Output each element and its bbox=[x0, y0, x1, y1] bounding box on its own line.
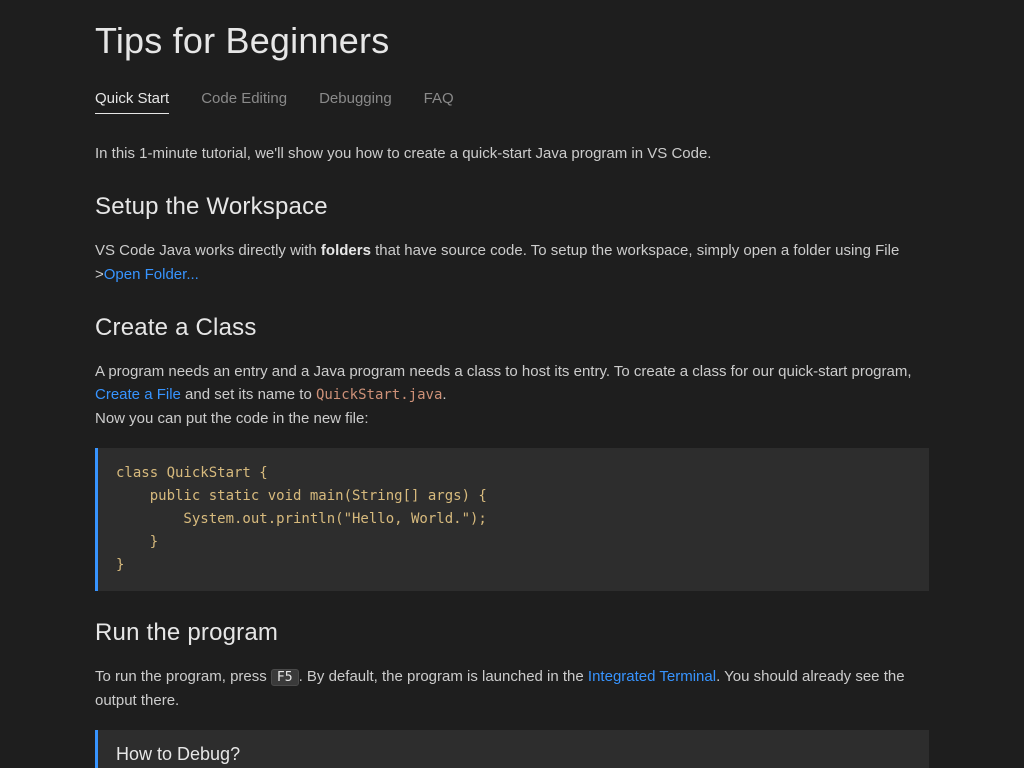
tab-code-editing[interactable]: Code Editing bbox=[201, 90, 287, 114]
run-paragraph: To run the program, press F5. By default… bbox=[95, 665, 929, 712]
create-inline-code: QuickStart.java bbox=[316, 387, 442, 403]
run-text-b: . By default, the program is launched in… bbox=[299, 668, 588, 685]
tab-faq[interactable]: FAQ bbox=[424, 90, 454, 114]
code-block-quickstart: class QuickStart { public static void ma… bbox=[95, 448, 929, 591]
heading-run-program: Run the program bbox=[95, 619, 929, 647]
integrated-terminal-link[interactable]: Integrated Terminal bbox=[588, 668, 716, 685]
setup-bold: folders bbox=[321, 242, 371, 259]
create-text-c: . bbox=[442, 386, 446, 403]
tab-debugging[interactable]: Debugging bbox=[319, 90, 392, 114]
page-title: Tips for Beginners bbox=[95, 20, 929, 62]
run-text-a: To run the program, press bbox=[95, 668, 271, 685]
create-text-a: A program needs an entry and a Java prog… bbox=[95, 363, 912, 380]
debug-callout: How to Debug? When you press F5, you are… bbox=[95, 730, 929, 768]
create-text-d: Now you can put the code in the new file… bbox=[95, 410, 369, 427]
create-paragraph: A program needs an entry and a Java prog… bbox=[95, 360, 929, 430]
tab-quick-start[interactable]: Quick Start bbox=[95, 90, 169, 114]
callout-heading-debug: How to Debug? bbox=[116, 744, 911, 765]
create-text-b: and set its name to bbox=[181, 386, 316, 403]
create-file-link[interactable]: Create a File bbox=[95, 386, 181, 403]
heading-setup-workspace: Setup the Workspace bbox=[95, 193, 929, 221]
setup-text-a: VS Code Java works directly with bbox=[95, 242, 321, 259]
f5-key: F5 bbox=[271, 669, 299, 687]
tab-list: Quick Start Code Editing Debugging FAQ bbox=[95, 90, 929, 114]
heading-create-class: Create a Class bbox=[95, 314, 929, 342]
open-folder-link[interactable]: Open Folder... bbox=[104, 266, 199, 283]
page-root: Tips for Beginners Quick Start Code Edit… bbox=[0, 0, 1024, 768]
intro-text: In this 1-minute tutorial, we'll show yo… bbox=[95, 142, 929, 165]
content-area: In this 1-minute tutorial, we'll show yo… bbox=[95, 142, 929, 768]
setup-paragraph: VS Code Java works directly with folders… bbox=[95, 239, 929, 286]
